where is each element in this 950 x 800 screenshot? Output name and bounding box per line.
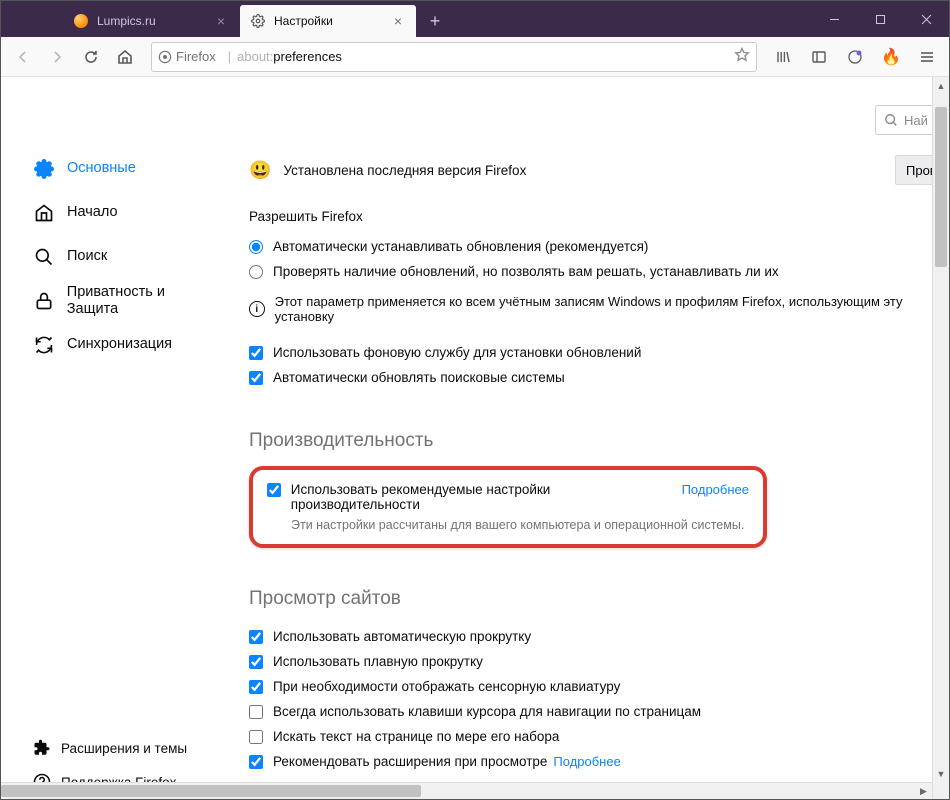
radio-manual-label: Проверять наличие обновлений, но позволя…: [273, 264, 779, 279]
lock-icon: [33, 290, 55, 312]
back-button[interactable]: [7, 41, 39, 73]
horizontal-scrollbar[interactable]: ▶: [1, 782, 932, 799]
checkbox-recommended-perf[interactable]: [267, 483, 281, 497]
bookmark-star-icon[interactable]: [734, 47, 750, 66]
library-icon[interactable]: [767, 41, 799, 73]
radio-auto-label: Автоматически устанавливать обновления (…: [273, 239, 648, 254]
forward-button[interactable]: [41, 41, 73, 73]
checkbox-touchkb-label: При необходимости отображать сенсорную к…: [273, 679, 620, 694]
section-browsing-title: Просмотр сайтов: [249, 588, 947, 610]
sidebar-footer-extensions[interactable]: Расширения и темы: [21, 731, 231, 765]
checkbox-recommend-ext[interactable]: [249, 755, 263, 769]
scroll-down-arrow[interactable]: ▼: [933, 765, 949, 782]
sidebar-item-privacy[interactable]: Приватность и Защита: [21, 279, 231, 323]
sidebar-item-label: Начало: [67, 204, 118, 221]
maximize-button[interactable]: [857, 1, 903, 37]
sidebar-item-label: Синхронизация: [67, 336, 172, 353]
minimize-button[interactable]: [811, 1, 857, 37]
checkbox-smooth[interactable]: [249, 655, 263, 669]
sync-icon: [33, 334, 55, 356]
sidebar-item-home[interactable]: Начало: [21, 191, 231, 235]
home-icon: [33, 202, 55, 224]
vertical-scrollbar[interactable]: ▲ ▼: [932, 77, 949, 799]
toolbar: Firefox | about:preferences 🔥: [1, 37, 949, 77]
smiley-icon: 😃: [249, 160, 271, 181]
checkbox-smooth-label: Использовать плавную прокрутку: [273, 654, 483, 669]
section-performance-title: Производительность: [249, 430, 947, 452]
titlebar: Lumpics.ru × Настройки × +: [1, 1, 949, 37]
new-tab-button[interactable]: +: [421, 7, 449, 35]
close-icon[interactable]: ×: [213, 13, 229, 29]
home-button[interactable]: [109, 41, 141, 73]
checkbox-caret-label: Всегда использовать клавиши курсора для …: [273, 704, 701, 719]
checkbox-recommended-label: Использовать рекомендуемые настройки про…: [291, 482, 676, 512]
sidebar: Основные Начало Поиск Приватность и Защи…: [1, 77, 231, 799]
tab-strip: Lumpics.ru × Настройки × +: [63, 1, 449, 37]
favicon-lumpics: [73, 13, 89, 29]
checkbox-bg-service[interactable]: [249, 346, 263, 360]
window-controls: [811, 1, 949, 37]
firefox-icon: [158, 50, 172, 64]
puzzle-icon: [33, 739, 51, 757]
tab-settings[interactable]: Настройки ×: [240, 5, 416, 37]
scrollbar-thumb[interactable]: [1, 785, 421, 797]
address-page: preferences: [273, 49, 342, 64]
reload-button[interactable]: [75, 41, 107, 73]
extension-icon[interactable]: [839, 41, 871, 73]
titlebar-drag[interactable]: [1, 1, 63, 37]
checkbox-engines[interactable]: [249, 371, 263, 385]
content: Основные Начало Поиск Приватность и Защи…: [1, 77, 949, 799]
main-content: Най 😃 Установлена последняя версия Firef…: [231, 77, 949, 799]
allow-firefox-label: Разрешить Firefox: [249, 209, 947, 224]
scroll-up-arrow[interactable]: ▲: [933, 77, 949, 94]
radio-manual-update[interactable]: [249, 265, 263, 279]
sidebar-icon[interactable]: [803, 41, 835, 73]
radio-auto-update[interactable]: [249, 240, 263, 254]
checkbox-autoscroll[interactable]: [249, 630, 263, 644]
checkbox-engines-label: Автоматически обновлять поисковые систем…: [273, 370, 565, 385]
search-icon: [884, 113, 898, 127]
menu-button[interactable]: [911, 41, 943, 73]
checkbox-recommend-ext-label: Рекомендовать расширения при просмотре: [273, 754, 547, 769]
sidebar-item-label: Основные: [67, 160, 136, 177]
tab-label: Lumpics.ru: [97, 14, 213, 28]
checkbox-caret[interactable]: [249, 705, 263, 719]
learn-more-link[interactable]: Подробнее: [682, 482, 749, 497]
update-info-text: Этот параметр применяется ко всем учётны…: [275, 294, 947, 324]
flame-icon[interactable]: 🔥: [875, 41, 907, 73]
close-button[interactable]: [903, 1, 949, 37]
sidebar-item-label: Поиск: [67, 248, 107, 265]
search-placeholder: Най: [904, 113, 928, 128]
address-scheme: about:: [237, 49, 273, 64]
identity-block[interactable]: Firefox: [158, 49, 216, 64]
update-status-text: Установлена последняя версия Firefox: [283, 163, 895, 178]
performance-desc: Эти настройки рассчитаны для вашего комп…: [291, 518, 749, 532]
checkbox-searchtype[interactable]: [249, 730, 263, 744]
sidebar-item-sync[interactable]: Синхронизация: [21, 323, 231, 367]
scroll-right-arrow[interactable]: ▶: [915, 783, 932, 799]
scrollbar-thumb[interactable]: [935, 107, 947, 267]
checkbox-touchkb[interactable]: [249, 680, 263, 694]
identity-separator: |: [228, 49, 231, 64]
url-bar[interactable]: Firefox | about:preferences: [151, 42, 757, 72]
footer-label: Расширения и темы: [61, 741, 187, 756]
checkbox-bg-label: Использовать фоновую службу для установк…: [273, 345, 641, 360]
performance-highlight-box: Использовать рекомендуемые настройки про…: [249, 466, 767, 548]
info-icon: i: [249, 301, 265, 317]
sidebar-item-general[interactable]: Основные: [21, 147, 231, 191]
learn-more-link[interactable]: Подробнее: [553, 754, 620, 769]
close-icon[interactable]: ×: [390, 13, 406, 29]
gear-icon: [250, 13, 266, 29]
identity-label: Firefox: [176, 49, 216, 64]
tab-lumpics[interactable]: Lumpics.ru ×: [63, 5, 239, 37]
gear-icon: [33, 158, 55, 180]
checkbox-searchtype-label: Искать текст на странице по мере его наб…: [273, 729, 559, 744]
sidebar-item-search[interactable]: Поиск: [21, 235, 231, 279]
sidebar-item-label: Приватность и Защита: [67, 284, 219, 319]
checkbox-autoscroll-label: Использовать автоматическую прокрутку: [273, 629, 531, 644]
search-icon: [33, 246, 55, 268]
tab-label: Настройки: [274, 14, 390, 28]
